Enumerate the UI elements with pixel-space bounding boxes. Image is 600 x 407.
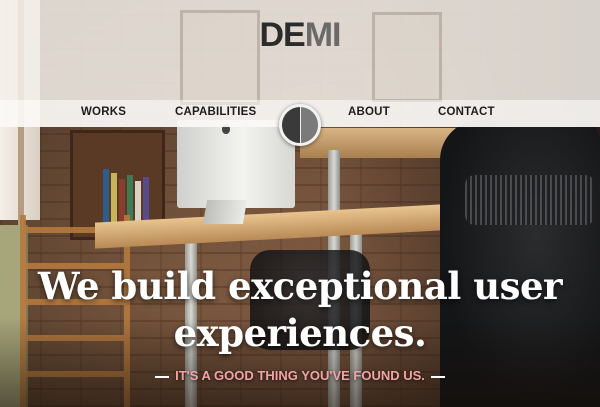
nav-contact[interactable]: CONTACT [438, 106, 495, 118]
tagline-dash-right [430, 375, 445, 378]
chair-mesh [465, 175, 595, 225]
half-circle-dial-icon[interactable] [279, 104, 321, 146]
dial-divider [300, 107, 301, 143]
nav-works[interactable]: WORKS [81, 106, 126, 118]
headline-line-1: We build exceptional user [37, 264, 563, 308]
headline-line-2: experiences. [173, 311, 427, 355]
tagline-dash-left [155, 375, 170, 378]
logo-text-de: DE [259, 16, 305, 54]
tagline-text: IT'S A GOOD THING YOU'VE FOUND US. [175, 368, 425, 383]
site-logo[interactable]: DEMI [0, 15, 600, 55]
nav-capabilities[interactable]: CAPABILITIES [175, 106, 256, 118]
hero-tagline: IT'S A GOOD THING YOU'VE FOUND US. [0, 368, 600, 383]
nav-about[interactable]: ABOUT [348, 106, 390, 118]
hero-headline: We build exceptional user experiences. [0, 263, 600, 357]
logo-text-mi: MI [304, 16, 342, 54]
imac-monitor [177, 120, 295, 208]
monitor-stand [202, 200, 248, 224]
